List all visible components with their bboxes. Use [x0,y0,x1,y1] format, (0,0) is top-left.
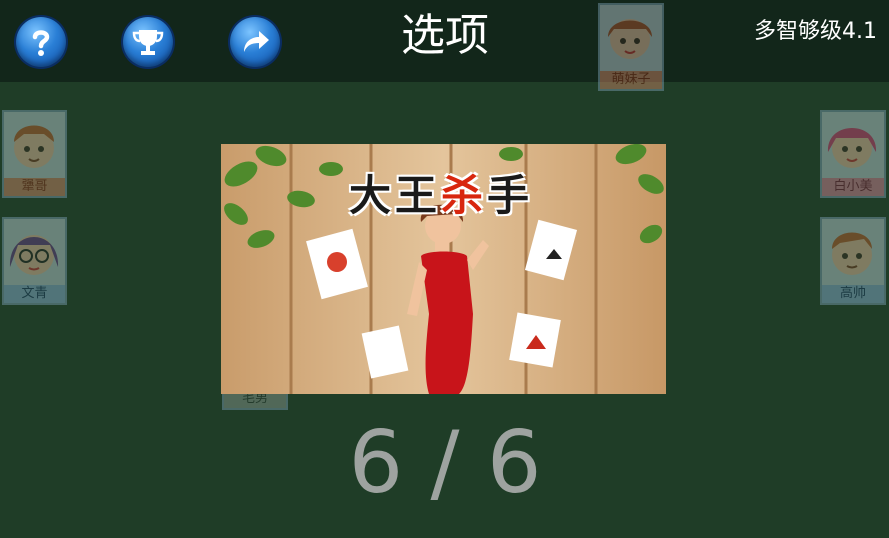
player-name: 白小美 [822,178,884,196]
page-title: 选项 [401,10,489,61]
question-icon [32,30,50,56]
player-name: 犟哥 [4,178,65,196]
avatar-boy-icon [832,232,872,275]
player-avatar-left-top[interactable]: 犟哥 [2,110,67,198]
avatar-girl-icon [608,19,652,59]
player-avatar-right-top[interactable]: 白小美 [820,110,886,198]
help-button[interactable] [16,17,66,67]
avatar-glasses-girl-icon [9,235,59,275]
avatar-boy-icon [14,125,54,168]
share-button[interactable] [230,17,280,67]
player-avatar-left-bottom[interactable]: 文青 [2,217,67,305]
game-level-label: 多智够级4.1 [754,19,877,44]
avatar-girl-icon [827,128,877,168]
banner-title: 大王杀手 [348,171,534,220]
player-name: 文青 [4,285,65,303]
game-counter: 6 / 6 [348,413,542,513]
game-banner: 大王杀手 [221,144,666,394]
player-name: 高帅 [822,285,884,303]
player-name: 萌妹子 [600,71,662,89]
trophy-button[interactable] [123,17,173,67]
trophy-icon [132,30,164,55]
player-avatar-right-bottom[interactable]: 高帅 [820,217,886,305]
share-arrow-icon [244,31,269,52]
player-avatar-top[interactable]: 萌妹子 [598,3,664,91]
